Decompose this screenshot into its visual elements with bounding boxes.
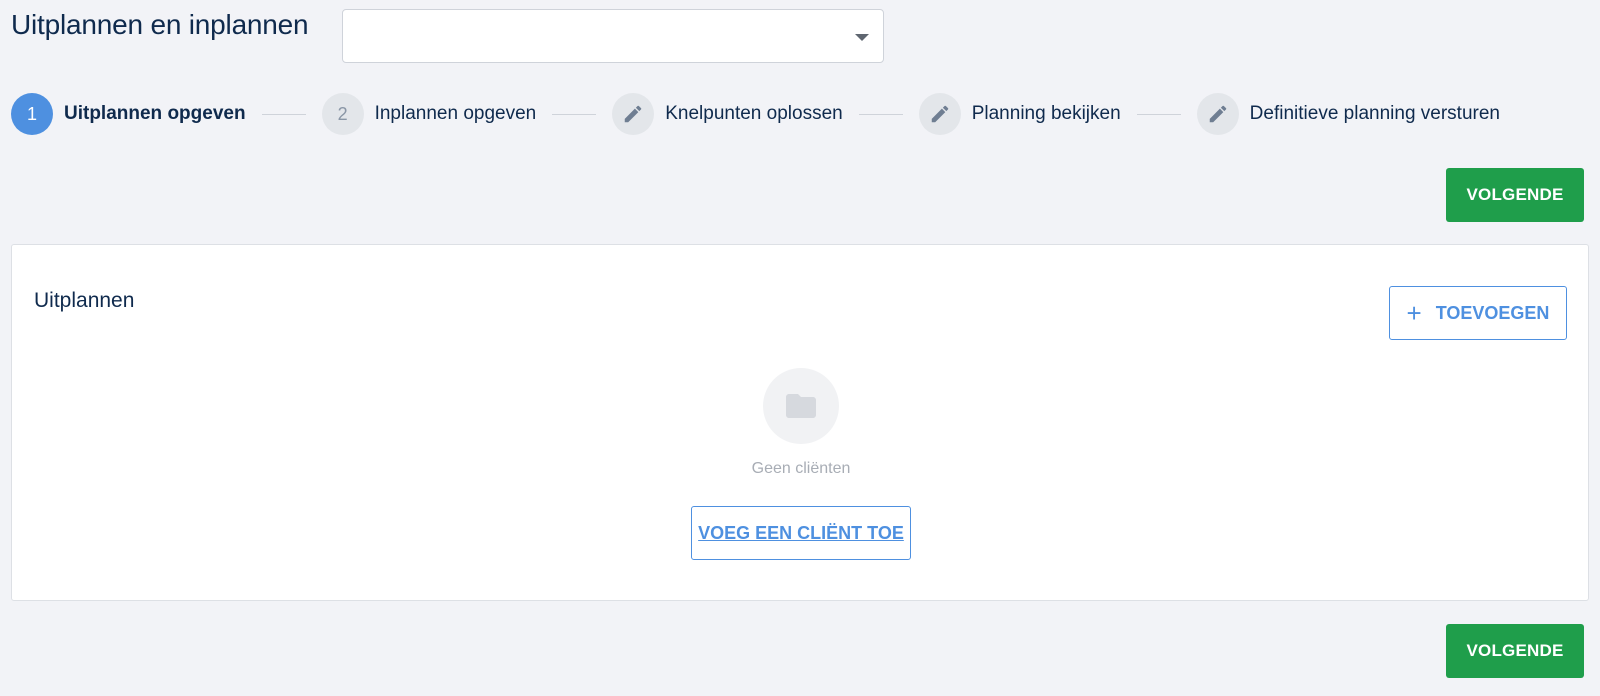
card-title: Uitplannen [34,289,135,312]
step-connector [552,113,597,115]
step-4[interactable]: Planning bekijken [918,93,1121,135]
add-button-label: TOEVOEGEN [1435,302,1550,323]
step-3-label: Knelpunten oplossen [665,103,843,124]
pencil-icon [612,93,655,135]
step-2[interactable]: 2 Inplannen opgeven [321,93,537,135]
step-1-label: Uitplannen opgeven [64,103,246,124]
step-5[interactable]: Definitieve planning versturen [1196,93,1500,135]
page-header: Uitplannen en inplannen [11,9,336,41]
empty-state-text: Geen cliënten [751,460,851,477]
plus-icon: + [1406,298,1422,328]
chevron-down-icon [855,34,869,41]
step-4-label: Planning bekijken [971,103,1121,124]
step-connector [858,113,903,115]
folder-icon [763,368,839,444]
step-2-label: Inplannen opgeven [374,103,537,124]
add-client-button[interactable]: VOEG EEN CLIËNT TOE [691,506,911,560]
step-connector [261,113,306,115]
uitplannen-card: Uitplannen + TOEVOEGEN Geen cliënten VOE… [11,244,1589,601]
page-title: Uitplannen en inplannen [11,9,309,40]
step-5-label: Definitieve planning versturen [1249,103,1500,124]
pencil-icon [1196,93,1239,135]
stepper: 1 Uitplannen opgeven 2 Inplannen opgeven… [11,93,1500,135]
step-1[interactable]: 1 Uitplannen opgeven [11,93,246,135]
step-2-number: 2 [321,93,364,135]
pencil-icon [918,93,961,135]
plan-select[interactable] [342,9,884,63]
step-1-number: 1 [11,93,53,135]
add-button[interactable]: + TOEVOEGEN [1389,286,1567,340]
step-connector [1136,113,1181,115]
step-3[interactable]: Knelpunten oplossen [612,93,843,135]
next-button-top[interactable]: VOLGENDE [1446,168,1584,222]
next-button-bottom[interactable]: VOLGENDE [1446,624,1584,678]
